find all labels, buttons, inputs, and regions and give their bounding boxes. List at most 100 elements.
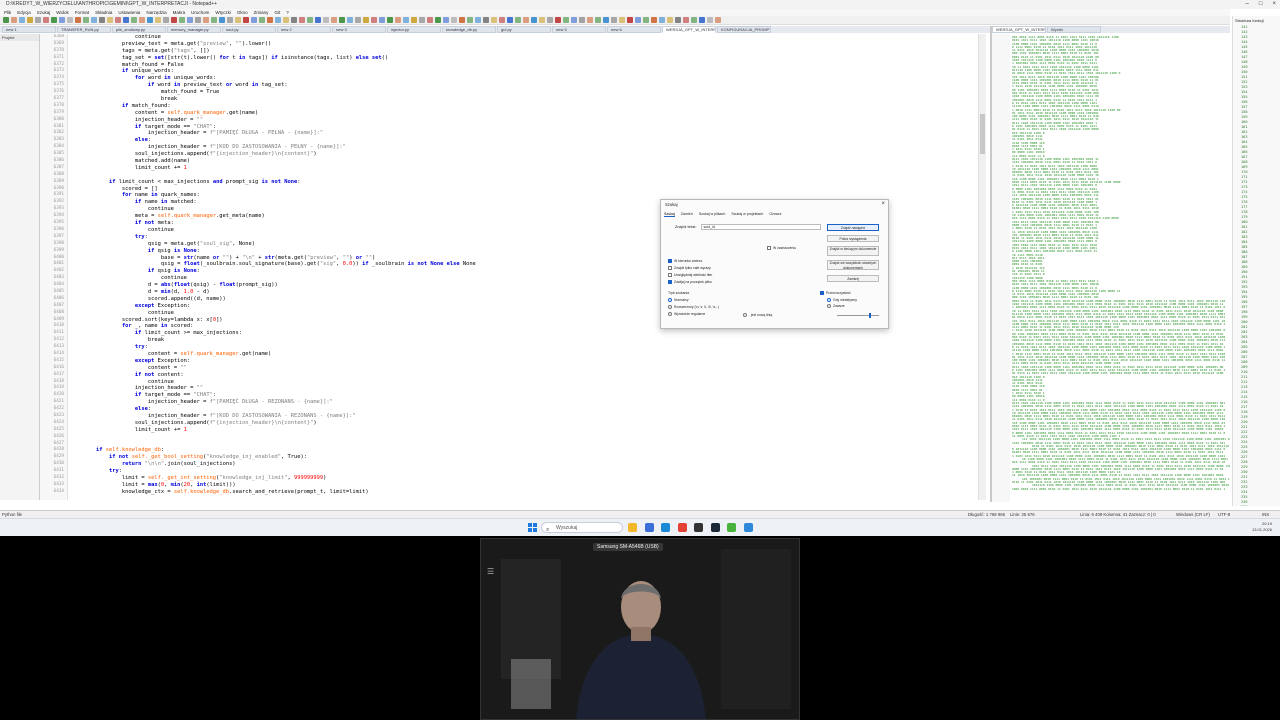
toolbar-button-icon[interactable] — [507, 17, 513, 23]
transparency-checkbox[interactable]: Przezroczystość — [820, 291, 851, 295]
dotall-checkbox[interactable]: . jest nową linią — [743, 313, 772, 317]
toolbar-button-icon[interactable] — [491, 17, 497, 23]
scrollbar-thumb[interactable] — [980, 114, 985, 154]
taskbar-search[interactable]: ⌕ Wyszukaj — [541, 522, 623, 533]
toolbar-button-icon[interactable] — [395, 17, 401, 23]
find-dialog-tab[interactable]: Szukaj w plikach — [699, 212, 726, 217]
transparency-slider[interactable] — [837, 313, 879, 318]
toolbar-button-icon[interactable] — [451, 17, 457, 23]
toolbar-button-icon[interactable] — [435, 17, 441, 23]
search-mode-radio-dot[interactable] — [668, 312, 672, 316]
toolbar-button-icon[interactable] — [555, 17, 561, 23]
toolbar-button-icon[interactable] — [155, 17, 161, 23]
toolbar-button-icon[interactable] — [203, 17, 209, 23]
toolbar-button-icon[interactable] — [467, 17, 473, 23]
count-button[interactable]: Policz wystąpienia — [827, 235, 879, 242]
toolbar-button-icon[interactable] — [587, 17, 593, 23]
document-tab[interactable]: new 1 — [2, 26, 56, 33]
steam-icon[interactable] — [710, 523, 720, 532]
toolbar-button-icon[interactable] — [619, 17, 625, 23]
find-option-checkbox[interactable]: Uwzględniaj wielkość liter — [668, 273, 712, 277]
document-tab[interactable]: new 6 — [607, 26, 661, 33]
find-input[interactable]: soul_id — [700, 224, 821, 230]
document-tab[interactable]: new 5 — [552, 26, 606, 33]
toolbar-button-icon[interactable] — [91, 17, 97, 23]
toolbar-button-icon[interactable] — [307, 17, 313, 23]
toolbar-button-icon[interactable] — [123, 17, 129, 23]
document-tab[interactable]: gui.py — [497, 26, 551, 33]
find-next-button[interactable]: Znajdź następne — [827, 224, 879, 231]
toolbar-button-icon[interactable] — [643, 17, 649, 23]
menu-item[interactable]: Składnia — [95, 9, 112, 16]
toolbar-button-icon[interactable] — [243, 17, 249, 23]
toolbar-button-icon[interactable] — [291, 17, 297, 23]
find-dialog-tab[interactable]: Szukaj — [664, 212, 675, 217]
document-tab[interactable]: memory_manager.py — [167, 26, 221, 33]
toolbar-button-icon[interactable] — [99, 17, 105, 23]
document-tab[interactable]: new 3 — [332, 26, 386, 33]
document-tab[interactable]: injector.py — [387, 26, 441, 33]
menu-item[interactable]: ? — [286, 9, 289, 16]
toolbar-button-icon[interactable] — [227, 17, 233, 23]
document-tab[interactable]: plik_zrodlowy.py — [112, 26, 166, 33]
toolbar-button-icon[interactable] — [179, 17, 185, 23]
search-mode-radio[interactable]: Rozszerzony (\n, \r, \t, \0, \x...) — [668, 305, 719, 309]
close-dialog-button[interactable]: Zamknij — [827, 275, 879, 282]
toolbar-button-icon[interactable] — [43, 17, 49, 23]
toolbar-button-icon[interactable] — [411, 17, 417, 23]
toolbar-button-icon[interactable] — [19, 17, 25, 23]
maximize-button[interactable]: □ — [1259, 0, 1263, 9]
menu-item[interactable]: Wtyczki — [215, 9, 231, 16]
menu-item[interactable]: Szukaj — [37, 9, 51, 16]
toolbar-button-icon[interactable] — [219, 17, 225, 23]
toolbar-button-icon[interactable] — [171, 17, 177, 23]
toolbar-button-icon[interactable] — [611, 17, 617, 23]
toolbar-button-icon[interactable] — [139, 17, 145, 23]
toolbar-button-icon[interactable] — [27, 17, 33, 23]
toolbar-button-icon[interactable] — [51, 17, 57, 23]
editor-scrollbar[interactable] — [978, 34, 986, 500]
menu-item[interactable]: Okno — [237, 9, 248, 16]
toolbar-button-icon[interactable] — [627, 17, 633, 23]
minimize-button[interactable]: – — [1246, 0, 1249, 9]
toolbar-button-icon[interactable] — [211, 17, 217, 23]
menu-item[interactable]: Ustawienia — [118, 9, 140, 16]
search-mode-radio[interactable]: Normalny — [668, 298, 689, 302]
toolbar-button-icon[interactable] — [427, 17, 433, 23]
find-option-box[interactable] — [668, 273, 672, 277]
find-option-checkbox[interactable]: Zawijaj na początek pliku — [668, 280, 712, 284]
menu-item[interactable]: Format — [75, 9, 89, 16]
toolbar-button-icon[interactable] — [715, 17, 721, 23]
toolbar-button-icon[interactable] — [659, 17, 665, 23]
transparency-slider-knob[interactable] — [868, 313, 871, 318]
document-tab[interactable]: TRANSFER_RUN.py — [57, 26, 111, 33]
hamburger-menu-icon[interactable]: ☰ — [487, 567, 497, 576]
toolbar-button-icon[interactable] — [371, 17, 377, 23]
toolbar-button-icon[interactable] — [515, 17, 521, 23]
toolbar-button-icon[interactable] — [331, 17, 337, 23]
toolbar-button-icon[interactable] — [363, 17, 369, 23]
find-option-checkbox[interactable]: W kierunku wstecz — [668, 259, 702, 263]
transparency-box[interactable] — [820, 291, 824, 295]
toolbar-button-icon[interactable] — [563, 17, 569, 23]
transparency-radio-dot[interactable] — [827, 298, 831, 302]
second-view-text[interactable]: 001 0010 1111 0001 0110 11 0101 1011 011… — [1012, 36, 1230, 502]
menu-item[interactable]: Widok — [56, 9, 69, 16]
toolbar-button-icon[interactable] — [603, 17, 609, 23]
find-option-box[interactable] — [668, 266, 672, 270]
find-option-box[interactable] — [668, 280, 672, 284]
toolbar-button-icon[interactable] — [315, 17, 321, 23]
document-tab[interactable]: soul.py — [222, 26, 276, 33]
find-option-box[interactable] — [668, 259, 672, 263]
search-mode-radio-dot[interactable] — [668, 305, 672, 309]
toolbar-button-icon[interactable] — [675, 17, 681, 23]
close-button[interactable]: × — [1272, 0, 1276, 9]
toolbar-button-icon[interactable] — [251, 17, 257, 23]
second-view-tab[interactable]: WERSJA_GPT_W_INTERPRETACJI — [992, 26, 1046, 33]
menu-item[interactable]: Plik — [4, 9, 11, 16]
toolbar-button-icon[interactable] — [83, 17, 89, 23]
find-in-current-button[interactable]: Znajdź w bieżącym dokumencie — [827, 246, 879, 256]
second-view-tab[interactable]: Wyniki — [1047, 26, 1101, 33]
find-dialog-tab[interactable]: Szukaj w projektach — [731, 212, 763, 217]
chrome-icon[interactable] — [677, 523, 687, 532]
